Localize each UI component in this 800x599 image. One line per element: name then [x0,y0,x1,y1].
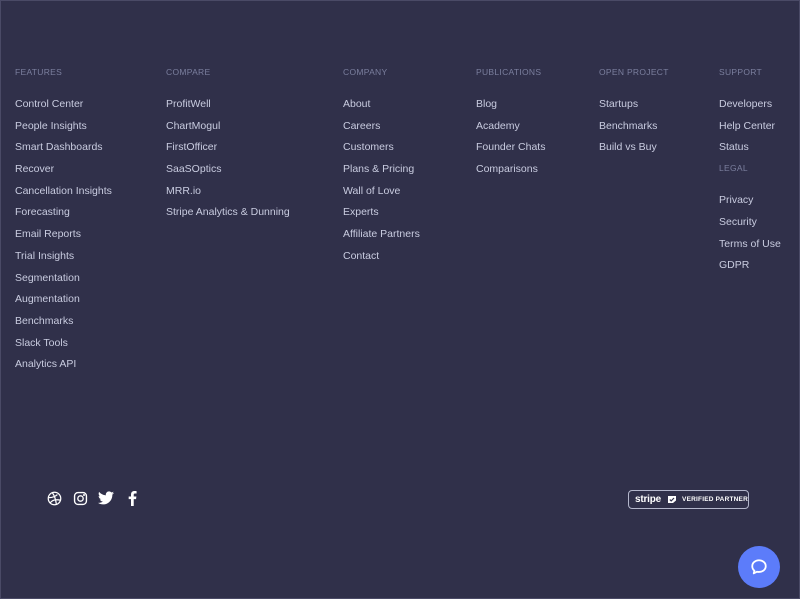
stripe-verified-partner-badge[interactable]: stripe VERIFIED PARTNER [628,490,749,509]
instagram-icon[interactable] [72,490,88,506]
verified-check-icon [667,495,677,504]
footer-link[interactable]: Plans & Pricing [343,163,420,175]
footer-link[interactable]: Wall of Love [343,185,420,197]
dribbble-icon[interactable] [46,490,62,506]
footer-link[interactable]: Affiliate Partners [343,228,420,240]
footer-link[interactable]: SaaSOptics [166,163,290,175]
legal-heading: LEGAL [719,163,748,174]
footer-link[interactable]: ChartMogul [166,120,290,132]
footer-link[interactable]: Recover [15,163,112,175]
footer-link[interactable]: Contact [343,250,420,262]
footer-link[interactable]: Augmentation [15,293,112,305]
footer-link[interactable]: Cancellation Insights [15,185,112,197]
footer-link[interactable]: Developers [719,98,781,110]
column-heading: COMPANY [343,67,388,77]
footer-column-features: FEATURES Control Center People Insights … [15,67,112,380]
footer-link[interactable]: Slack Tools [15,337,112,349]
footer-link[interactable]: GDPR [719,259,781,271]
footer-link[interactable]: Control Center [15,98,112,110]
footer-link[interactable]: Benchmarks [15,315,112,327]
footer-link[interactable]: People Insights [15,120,112,132]
verified-partner-label: VERIFIED PARTNER [682,496,748,503]
footer-column-company: COMPANY About Careers Customers Plans & … [343,67,420,272]
footer-link[interactable]: Smart Dashboards [15,141,112,153]
column-heading: FEATURES [15,67,63,77]
column-heading: COMPARE [166,67,211,77]
facebook-icon[interactable] [124,490,140,506]
footer-column-open-project: OPEN PROJECT Startups Benchmarks Build v… [599,67,669,163]
footer-link[interactable]: Privacy [719,194,781,206]
stripe-logo: stripe [635,494,662,505]
column-heading: SUPPORT [719,67,763,77]
twitter-icon[interactable] [98,490,114,506]
footer-column-publications: PUBLICATIONS Blog Academy Founder Chats … [476,67,545,185]
footer-link[interactable]: Email Reports [15,228,112,240]
footer-link[interactable]: Terms of Use [719,238,781,250]
footer-link[interactable]: Benchmarks [599,120,669,132]
social-links [46,490,140,506]
footer-link[interactable]: Startups [599,98,669,110]
footer-column-support: SUPPORT Developers Help Center Status LE… [719,67,781,281]
footer-link[interactable]: Comparisons [476,163,545,175]
footer-link[interactable]: Careers [343,120,420,132]
footer-link[interactable]: ProfitWell [166,98,290,110]
chat-bubble-icon [750,558,768,576]
footer-column-compare: COMPARE ProfitWell ChartMogul FirstOffic… [166,67,290,228]
footer-link[interactable]: Customers [343,141,420,153]
footer-link[interactable]: Blog [476,98,545,110]
footer-link[interactable]: Academy [476,120,545,132]
footer-link[interactable]: Segmentation [15,272,112,284]
footer-link[interactable]: Experts [343,206,420,218]
footer-link[interactable]: Help Center [719,120,781,132]
footer-link[interactable]: MRR.io [166,185,290,197]
footer-link[interactable]: Founder Chats [476,141,545,153]
footer-link[interactable]: Analytics API [15,358,112,370]
footer-link[interactable]: FirstOfficer [166,141,290,153]
chat-launcher-button[interactable] [738,546,780,588]
column-heading: PUBLICATIONS [476,67,542,77]
footer-link[interactable]: Trial Insights [15,250,112,262]
footer-link[interactable]: Security [719,216,781,228]
footer-link[interactable]: Forecasting [15,206,112,218]
footer-link[interactable]: Status [719,141,781,153]
footer-link[interactable]: Stripe Analytics & Dunning [166,206,290,218]
column-heading: OPEN PROJECT [599,67,669,77]
footer-link[interactable]: Build vs Buy [599,141,669,153]
footer-link[interactable]: About [343,98,420,110]
